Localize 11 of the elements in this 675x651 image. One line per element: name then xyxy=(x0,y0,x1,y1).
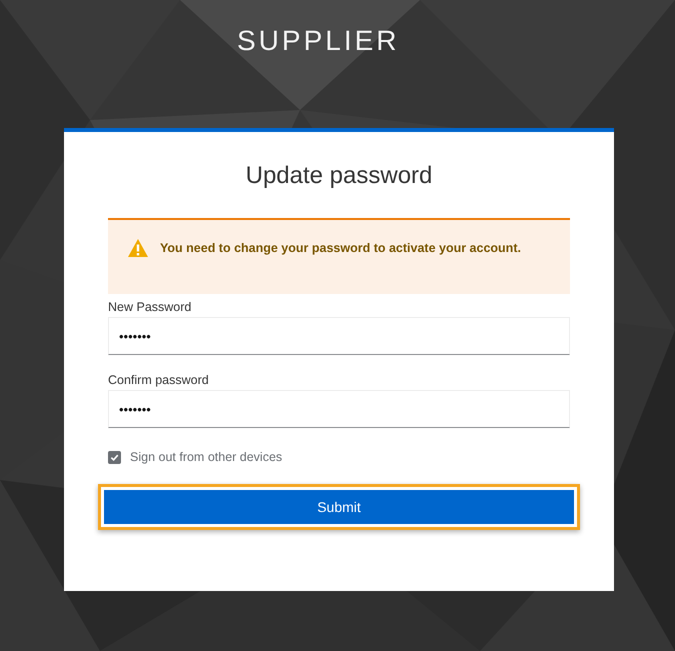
checkbox-label: Sign out from other devices xyxy=(130,450,282,464)
password-field[interactable]: ••••••• xyxy=(108,390,570,428)
checkbox[interactable] xyxy=(108,450,121,464)
field-label: New Password xyxy=(108,300,192,314)
card-title: Update password xyxy=(244,162,434,190)
warning-icon xyxy=(128,239,148,257)
alert-message: You need to change your password to activate your account. xyxy=(160,240,521,257)
password-field[interactable]: ••••••• xyxy=(108,317,570,355)
submit-button[interactable]: Submit xyxy=(104,490,574,524)
field-label: Confirm password xyxy=(108,373,210,387)
brand-title: SUPPLIER xyxy=(237,24,400,58)
